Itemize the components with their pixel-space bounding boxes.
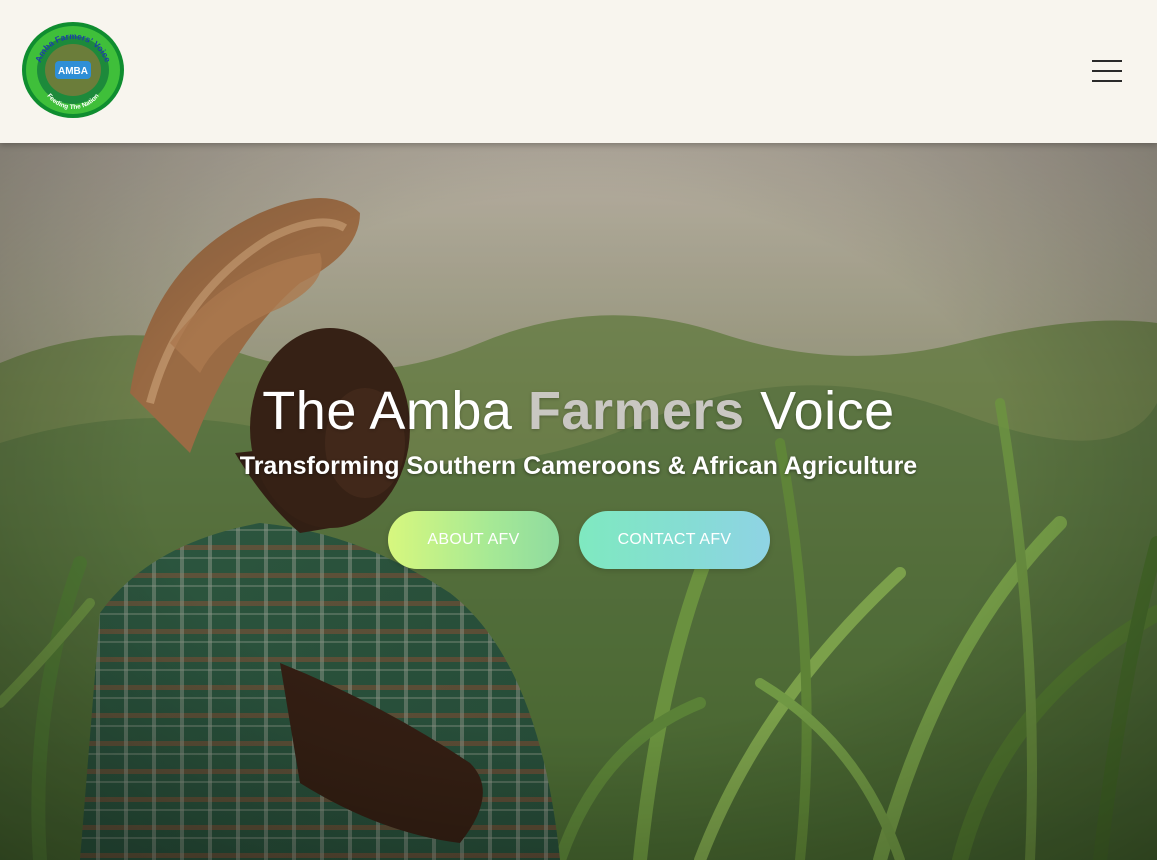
hero-background-photo [0, 143, 1157, 860]
hero-title-part1: The Amba [262, 381, 528, 441]
hero-title-accent: Farmers [527, 381, 745, 441]
hero-banner: The Amba Farmers Voice Transforming Sout… [0, 143, 1157, 860]
logo-center-text: AMBA [58, 66, 88, 77]
hero-title-part2: Voice [744, 381, 895, 441]
logo-emblem: AMBA Amba Farmers' Voice Feeding The Nat… [22, 22, 124, 118]
hamburger-line [1092, 70, 1122, 72]
about-afv-button[interactable]: ABOUT AFV [388, 511, 559, 569]
site-header: AMBA Amba Farmers' Voice Feeding The Nat… [0, 0, 1157, 143]
hero-subtitle: Transforming Southern Cameroons & Africa… [239, 452, 918, 480]
amba-farmers-voice-logo[interactable]: AMBA Amba Farmers' Voice Feeding The Nat… [21, 21, 125, 119]
hamburger-line [1092, 80, 1122, 82]
contact-afv-button[interactable]: CONTACT AFV [579, 511, 770, 569]
hamburger-line [1092, 60, 1122, 62]
hero-title: The Amba Farmers Voice [0, 380, 1157, 442]
hamburger-menu-icon[interactable] [1089, 56, 1125, 86]
